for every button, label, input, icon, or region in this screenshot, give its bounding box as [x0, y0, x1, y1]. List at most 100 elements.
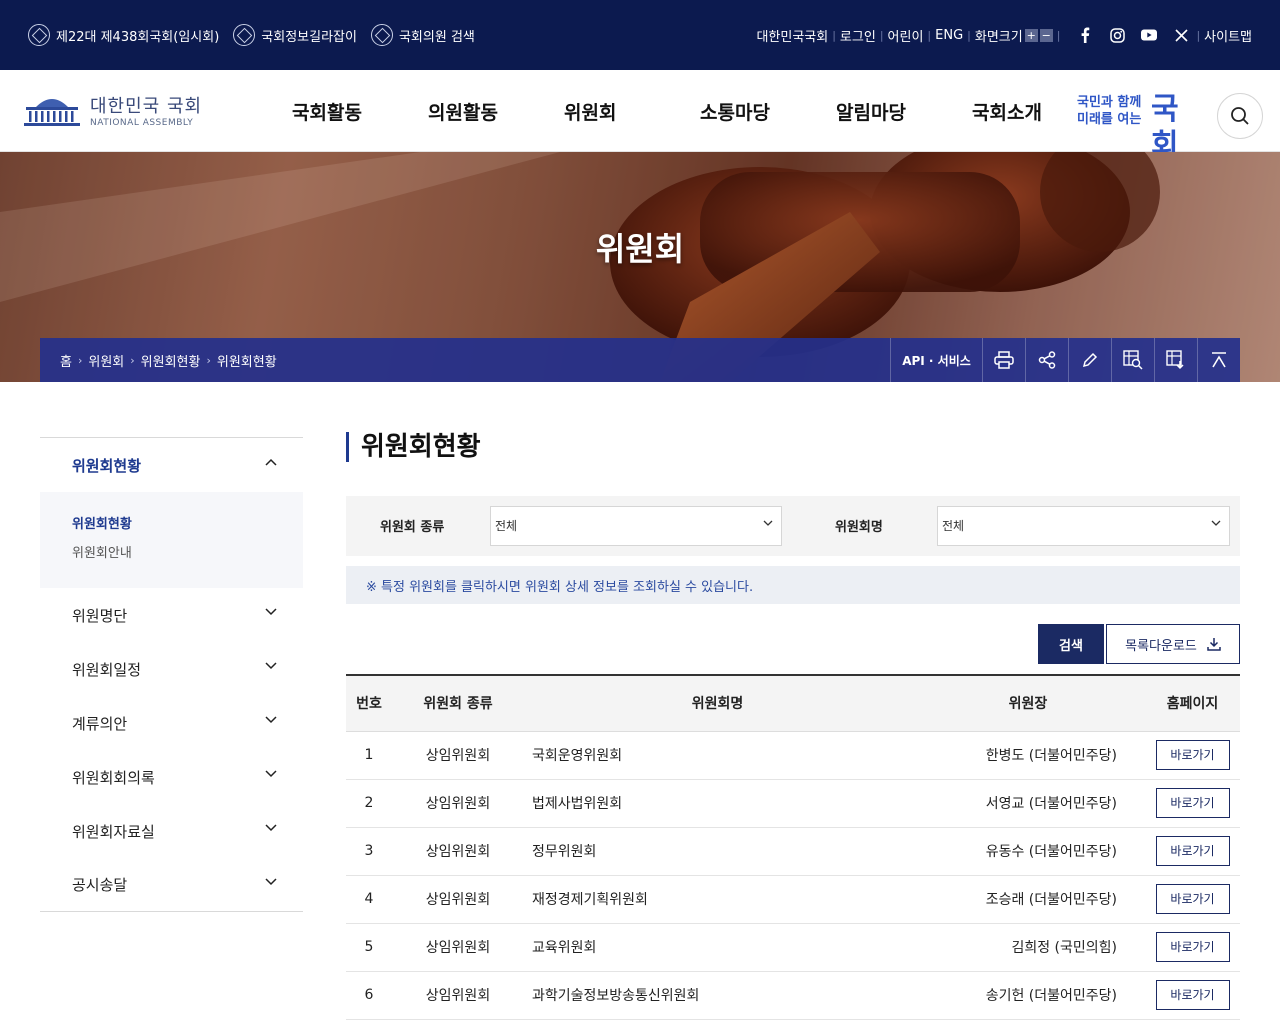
list-download-button[interactable]: 목록다운로드	[1106, 624, 1240, 664]
homepage-link-button[interactable]: 바로가기	[1155, 932, 1230, 962]
table-row[interactable]: 6 상임위원회 과학기술정보방송통신위원회 송기헌 (더불어민주당) 바로가기	[346, 971, 1240, 1020]
row-committee-name[interactable]: 과학기술정보방송통신위원회	[524, 971, 911, 1020]
homepage-link-button[interactable]: 바로가기	[1155, 788, 1230, 818]
search-button[interactable]	[1217, 93, 1263, 139]
top-utility-bar: 제22대 제438회국회(임시회) 국회정보길라잡이 국회의원 검색 대한민국국…	[0, 0, 1280, 70]
chevron-down-icon	[265, 608, 277, 616]
committee-name-select[interactable]: 전체	[937, 506, 1230, 546]
table-row[interactable]: 4 상임위원회 재정경제기획위원회 조승래 (더불어민주당) 바로가기	[346, 875, 1240, 924]
nav-notice[interactable]: 알림마당	[836, 98, 906, 125]
breadcrumb-current[interactable]: 위원회현황	[217, 351, 277, 370]
homepage-link-button[interactable]: 바로가기	[1155, 740, 1230, 770]
api-service-button[interactable]: API · 서비스	[890, 338, 982, 382]
kids-link[interactable]: 어린이	[888, 26, 924, 45]
info-notice: ※ 특정 위원회를 클릭하시면 위원회 상세 정보를 조회하실 수 있습니다.	[346, 566, 1240, 604]
committee-type-value: 전체	[495, 519, 518, 533]
lnb-group-public-notice[interactable]: 공시송달	[40, 858, 303, 912]
lnb-group-archive[interactable]: 위원회자료실	[40, 804, 303, 858]
row-chair: 조승래 (더불어민주당)	[911, 875, 1145, 924]
nav-communication[interactable]: 소통마당	[700, 98, 770, 125]
homepage-link-button[interactable]: 바로가기	[1155, 836, 1230, 866]
row-committee-name[interactable]: 국회운영위원회	[524, 731, 911, 780]
assembly-emblem-icon	[233, 24, 256, 46]
table-row[interactable]: 2 상임위원회 법제사법위원회 서영교 (더불어민주당) 바로가기	[346, 779, 1240, 828]
share-button[interactable]	[1025, 338, 1068, 382]
youtube-icon[interactable]	[1138, 24, 1160, 46]
table-row[interactable]: 1 상임위원회 국회운영위원회 한병도 (더불어민주당) 바로가기	[346, 731, 1240, 780]
x-twitter-icon[interactable]	[1170, 24, 1192, 46]
nav-member-activity[interactable]: 의원활동	[428, 98, 498, 125]
row-committee-name[interactable]: 교육위원회	[524, 923, 911, 972]
print-button[interactable]	[982, 338, 1025, 382]
lnb-sub-status[interactable]: 위원회현황	[72, 510, 303, 539]
nav-assembly-activity[interactable]: 국회활동	[292, 98, 362, 125]
row-chair: 한병도 (더불어민주당)	[911, 731, 1145, 780]
lnb-sub-guide[interactable]: 위원회안내	[72, 539, 303, 568]
lnb-group-minutes[interactable]: 위원회회의록	[40, 750, 303, 804]
lnb-group-status[interactable]: 위원회현황	[40, 438, 303, 492]
row-type: 상임위원회	[392, 827, 524, 876]
nav-about[interactable]: 국회소개	[972, 98, 1042, 125]
row-committee-name[interactable]: 정무위원회	[524, 827, 911, 876]
row-no: 5	[346, 923, 392, 972]
print-icon	[994, 351, 1014, 369]
assembly-building-icon	[22, 93, 82, 127]
homepage-link-button[interactable]: 바로가기	[1155, 980, 1230, 1010]
grid-download-icon	[1166, 350, 1184, 370]
table-row[interactable]: 5 상임위원회 교육위원회 김희정 (국민의힘) 바로가기	[346, 923, 1240, 972]
home-assembly-link[interactable]: 대한민국국회	[756, 26, 828, 45]
search-submit-button[interactable]: 검색	[1038, 624, 1104, 664]
committee-name-label: 위원회명	[835, 520, 883, 535]
col-type: 위원회 종류	[392, 675, 524, 732]
data-search-button[interactable]	[1111, 338, 1154, 382]
zoom-out-button[interactable]: −	[1039, 28, 1053, 42]
slogan-banner: 국민과 함께 미래를 여는 국회	[1077, 92, 1201, 163]
edit-button[interactable]	[1068, 338, 1111, 382]
zoom-in-button[interactable]: +	[1024, 28, 1038, 42]
chevron-up-icon	[265, 458, 277, 466]
breadcrumb-status[interactable]: 위원회현황	[141, 351, 201, 370]
national-assembly-logo[interactable]: 대한민국 국회 NATIONAL ASSEMBLY	[22, 92, 202, 128]
row-committee-name[interactable]: 재정경제기획위원회	[524, 875, 911, 924]
breadcrumb-home[interactable]: 홈	[60, 351, 72, 370]
chevron-down-icon	[265, 878, 277, 886]
committee-type-select[interactable]: 전체	[490, 506, 782, 546]
instagram-icon[interactable]	[1106, 24, 1128, 46]
divider: |	[927, 28, 932, 42]
table-row[interactable]: 3 상임위원회 정무위원회 유동수 (더불어민주당) 바로가기	[346, 827, 1240, 876]
info-guide-label: 국회정보길라잡이	[261, 29, 357, 45]
hero-title: 위원회	[595, 230, 685, 268]
scroll-top-button[interactable]	[1197, 338, 1240, 382]
lnb-group-label: 위원명단	[72, 606, 128, 625]
breadcrumb-committee[interactable]: 위원회	[88, 351, 124, 370]
pencil-icon	[1082, 352, 1098, 368]
chevron-down-icon	[265, 716, 277, 724]
member-search-link[interactable]: 국회의원 검색	[370, 24, 475, 46]
login-link[interactable]: 로그인	[840, 26, 876, 45]
session-link[interactable]: 제22대 제438회국회(임시회)	[28, 24, 219, 46]
font-size-label: 화면크기	[974, 29, 1023, 45]
lnb-group-label: 공시송달	[72, 876, 128, 894]
homepage-link-button[interactable]: 바로가기	[1155, 884, 1230, 914]
lnb-group-pending-bills[interactable]: 계류의안	[40, 696, 303, 750]
data-download-button[interactable]	[1154, 338, 1197, 382]
facebook-icon[interactable]	[1074, 24, 1096, 46]
row-chair: 서영교 (더불어민주당)	[911, 779, 1145, 828]
col-homepage: 홈페이지	[1145, 675, 1240, 732]
lnb-group-schedule[interactable]: 위원회일정	[40, 642, 303, 696]
lnb-group-members[interactable]: 위원명단	[40, 588, 303, 642]
row-no: 2	[346, 779, 392, 828]
english-link[interactable]: ENG	[935, 28, 963, 43]
slogan-line1: 국민과 함께	[1077, 95, 1142, 110]
sitemap-link[interactable]: 사이트맵	[1204, 26, 1252, 45]
breadcrumb: 홈 › 위원회 › 위원회현황 › 위원회현황	[60, 338, 277, 382]
search-filter: 위원회 종류 전체 위원회명 전체	[346, 496, 1240, 556]
row-chair: 김희정 (국민의힘)	[911, 923, 1145, 972]
row-no: 3	[346, 827, 392, 876]
lnb-group-label: 위원회회의록	[72, 768, 155, 787]
nav-committee[interactable]: 위원회	[564, 98, 616, 125]
info-guide-link[interactable]: 국회정보길라잡이	[233, 24, 357, 46]
share-icon	[1038, 351, 1056, 369]
row-type: 상임위원회	[392, 971, 524, 1020]
row-committee-name[interactable]: 법제사법위원회	[524, 779, 911, 828]
